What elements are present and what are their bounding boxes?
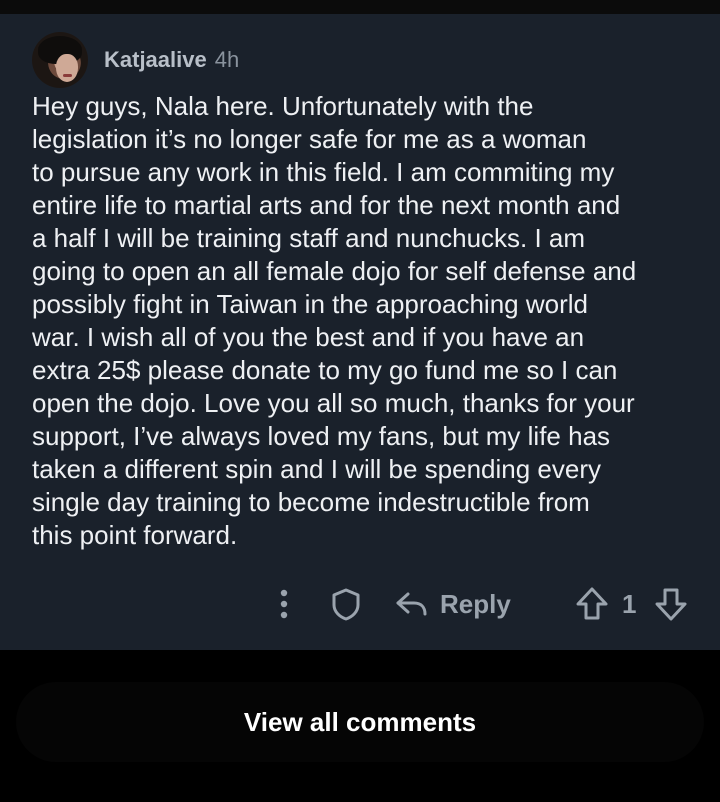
avatar-lips xyxy=(63,74,72,77)
reply-arrow-icon xyxy=(396,592,427,616)
comment-body: Hey guys, Nala here. Unfortunately with … xyxy=(32,91,637,550)
comment-card: Katjaalive 4h Hey guys, Nala here. Unfor… xyxy=(0,14,720,650)
downvote-arrow-icon xyxy=(655,588,687,621)
more-vertical-icon xyxy=(280,589,288,619)
avatar[interactable] xyxy=(32,32,88,88)
upvote-button[interactable] xyxy=(575,582,609,626)
vote-score: 1 xyxy=(622,589,637,619)
timestamp: 4h xyxy=(214,47,240,72)
reply-label: Reply xyxy=(440,588,511,619)
username[interactable]: Katjaalive xyxy=(104,47,207,73)
award-shield-icon xyxy=(332,588,360,621)
view-all-comments-button[interactable]: View all comments xyxy=(16,682,704,762)
reply-button[interactable]: Reply xyxy=(394,582,511,626)
upvote-arrow-icon xyxy=(576,587,608,620)
more-options-button[interactable] xyxy=(272,582,296,626)
downvote-button[interactable] xyxy=(654,582,688,626)
award-button[interactable] xyxy=(328,582,364,626)
avatar-face xyxy=(56,54,78,82)
comment-actions: Reply 1 xyxy=(0,582,720,626)
comment-header: Katjaalive 4h xyxy=(32,32,239,88)
top-strip xyxy=(0,0,720,14)
